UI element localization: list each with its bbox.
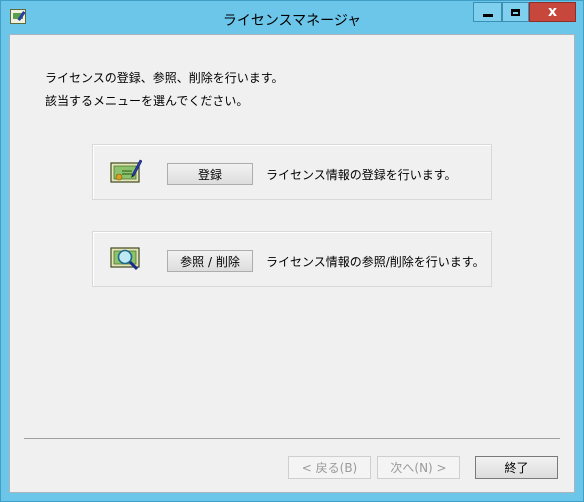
minimize-button[interactable] [473, 2, 502, 22]
certificate-pen-icon [110, 159, 142, 183]
intro-text-line1: ライセンスの登録、参照、削除を行います。 [45, 71, 284, 85]
register-description: ライセンス情報の登録を行います。 [266, 168, 457, 182]
intro-text-line2: 該当するメニューを選んでください。 [45, 94, 249, 108]
view-delete-description: ライセンス情報の参照/削除を行います。 [266, 255, 485, 269]
footer-separator [24, 438, 560, 439]
minimize-icon [482, 13, 493, 17]
view-delete-option-panel: 参照 / 削除 ライセンス情報の参照/削除を行います。 [92, 231, 492, 287]
maximize-icon [511, 8, 520, 16]
license-manager-window: ライセンスマネージャ x ライセンスの登録、参照、削除を行います。 該当するメニ… [0, 0, 584, 502]
register-button[interactable]: 登録 [167, 163, 253, 185]
back-button[interactable]: < 戻る(B) [288, 456, 371, 479]
title-bar[interactable]: ライセンスマネージャ x [1, 1, 583, 34]
dialog-client-area: ライセンスの登録、参照、削除を行います。 該当するメニューを選んでください。 登… [9, 34, 575, 493]
close-icon: x [547, 4, 558, 20]
next-button[interactable]: 次へ(N) > [377, 456, 460, 479]
maximize-button[interactable] [502, 2, 529, 22]
close-button[interactable]: x [529, 2, 576, 22]
certificate-magnifier-icon [110, 247, 140, 271]
register-option-panel: 登録 ライセンス情報の登録を行います。 [92, 144, 492, 200]
view-delete-button[interactable]: 参照 / 削除 [167, 250, 253, 272]
finish-button[interactable]: 終了 [475, 456, 558, 479]
